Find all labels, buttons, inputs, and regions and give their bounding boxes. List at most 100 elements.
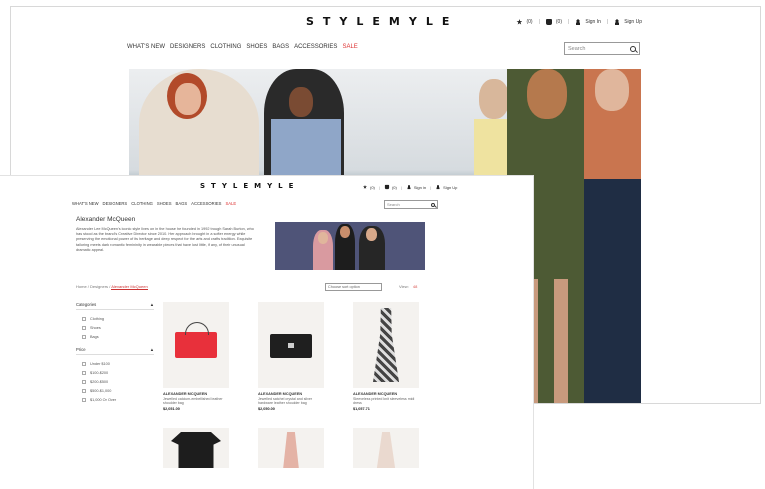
filter-option[interactable]: Bags [76, 332, 154, 341]
product-image[interactable] [163, 302, 229, 388]
nav-accessories[interactable]: ACCESSORIES [191, 201, 221, 206]
product-price: $2,051.00 [163, 407, 180, 411]
cart-icon[interactable] [545, 19, 552, 25]
main-nav: WHAT'S NEW DESIGNERS CLOTHING SHOES BAGS… [72, 201, 236, 206]
product-card[interactable] [353, 428, 419, 468]
product-card[interactable]: ALEXANDER MCQUEEN Jewelled satchel cryst… [258, 302, 324, 411]
product-name[interactable]: Sleeveless printed knit sleeveless midi … [353, 397, 419, 406]
product-name[interactable]: Jewelled satchel crystal and silver hard… [258, 397, 324, 406]
page-title: Alexander McQueen [76, 216, 136, 223]
filter-title: Price [76, 347, 86, 352]
model-face [340, 226, 350, 238]
filter-option[interactable]: Clothing [76, 314, 154, 323]
product-card[interactable] [258, 428, 324, 468]
model-face [595, 69, 629, 111]
model-face [175, 83, 201, 115]
wishlist-count[interactable]: (0) [526, 19, 532, 25]
sign-up-link[interactable]: Sign Up [443, 185, 457, 190]
browser-composite: STYLEMYLE (0) | (0) | Sign In | Sign Up … [0, 0, 765, 489]
product-card[interactable]: ALEXANDER MCQUEEN Sleeveless printed kni… [353, 302, 419, 411]
product-name[interactable]: Jewelled calcium-embellished leather sho… [163, 397, 229, 406]
wishlist-icon[interactable] [516, 19, 523, 25]
checkbox[interactable] [82, 388, 86, 393]
breadcrumb-designers[interactable]: Designers [90, 284, 108, 289]
filter-header[interactable]: Price ▲ [76, 347, 154, 355]
search-icon[interactable] [630, 45, 636, 52]
nav-bags[interactable]: BAGS [272, 44, 289, 50]
designer-page-window: STYLEMYLE (0) | (0) | Sign in | Sign Up … [0, 175, 534, 489]
filter-group-price: Price ▲ Under $100 $100-$200 $200-$500 $… [76, 347, 154, 404]
nav-designers[interactable]: DESIGNERS [103, 201, 128, 206]
nav-clothing[interactable]: CLOTHING [210, 44, 241, 50]
user-icon [436, 184, 441, 190]
filter-option[interactable]: $100-$200 [76, 368, 154, 377]
nav-whats-new[interactable]: WHAT'S NEW [72, 201, 99, 206]
filter-header[interactable]: Categories ▲ [76, 302, 154, 310]
nav-accessories[interactable]: ACCESSORIES [294, 44, 337, 50]
view-count: View: 48 [399, 284, 417, 289]
filter-option-label: $200-$500 [90, 379, 109, 384]
checkbox[interactable] [82, 334, 86, 339]
product-card[interactable]: ALEXANDER MCQUEEN Jewelled calcium-embel… [163, 302, 229, 411]
checkbox[interactable] [82, 379, 86, 384]
divider: | [378, 184, 380, 190]
collapse-icon[interactable]: ▲ [150, 302, 154, 307]
sign-up-link[interactable]: Sign Up [624, 19, 642, 25]
checkbox[interactable] [82, 316, 86, 321]
checkbox[interactable] [82, 397, 86, 402]
sort-select[interactable]: Choose sort option [325, 283, 382, 291]
filter-option-label: $500-$1,000 [90, 388, 112, 393]
checkbox[interactable] [82, 370, 86, 375]
nav-whats-new[interactable]: WHAT'S NEW [127, 44, 165, 50]
user-icon [406, 184, 411, 190]
model-leg [554, 279, 568, 403]
product-grid: ALEXANDER MCQUEEN Jewelled calcium-embel… [163, 302, 419, 411]
product-card[interactable] [163, 428, 229, 468]
nav-shoes[interactable]: SHOES [157, 201, 172, 206]
checkbox[interactable] [82, 361, 86, 366]
search-input[interactable]: Search [384, 200, 438, 209]
sign-in-link[interactable]: Sign in [414, 185, 426, 190]
filter-option[interactable]: $1,000 Or Over [76, 395, 154, 404]
sign-in-link[interactable]: Sign In [585, 19, 601, 25]
product-image[interactable] [258, 302, 324, 388]
wishlist-icon[interactable] [362, 184, 368, 189]
nav-sale[interactable]: SALE [342, 44, 357, 50]
divider: | [430, 184, 432, 190]
site-logo[interactable]: STYLEMYLE [200, 182, 299, 190]
search-icon[interactable] [431, 202, 435, 207]
search-input[interactable]: Search [564, 42, 640, 55]
model-face [527, 69, 567, 119]
account-bar: (0) | (0) | Sign In | Sign Up [516, 19, 642, 25]
nav-designers[interactable]: DESIGNERS [170, 44, 205, 50]
product-image[interactable] [163, 428, 229, 468]
search-placeholder: Search [568, 45, 586, 52]
checkbox[interactable] [82, 325, 86, 330]
wishlist-count[interactable]: (0) [370, 185, 375, 190]
designer-banner-image [275, 222, 425, 270]
nav-sale[interactable]: SALE [225, 201, 236, 206]
collapse-icon[interactable]: ▲ [150, 347, 154, 352]
breadcrumb: Home / Designers / Alexander McQueen [76, 284, 148, 290]
nav-bags[interactable]: BAGS [176, 201, 188, 206]
filter-option[interactable]: Shoes [76, 323, 154, 332]
product-image[interactable] [353, 428, 419, 468]
filter-option[interactable]: $500-$1,000 [76, 386, 154, 395]
cart-icon[interactable] [384, 184, 390, 190]
product-image[interactable] [258, 428, 324, 468]
filter-option[interactable]: Under $100 [76, 359, 154, 368]
breadcrumb-home[interactable]: Home [76, 284, 87, 289]
nav-shoes[interactable]: SHOES [246, 44, 267, 50]
product-image[interactable] [353, 302, 419, 388]
cream-garment-illustration [376, 432, 396, 468]
site-logo[interactable]: STYLEMYLE [306, 15, 458, 28]
filter-option[interactable]: $200-$500 [76, 377, 154, 386]
nav-clothing[interactable]: CLOTHING [131, 201, 153, 206]
cart-count[interactable]: (0) [392, 185, 397, 190]
black-bag-illustration [270, 334, 312, 358]
red-bag-illustration [175, 322, 217, 358]
cart-count[interactable]: (0) [556, 19, 562, 25]
account-bar: (0) | (0) | Sign in | Sign Up [362, 184, 457, 190]
filter-option-label: Bags [90, 334, 99, 339]
view-count-option[interactable]: 48 [413, 284, 417, 289]
